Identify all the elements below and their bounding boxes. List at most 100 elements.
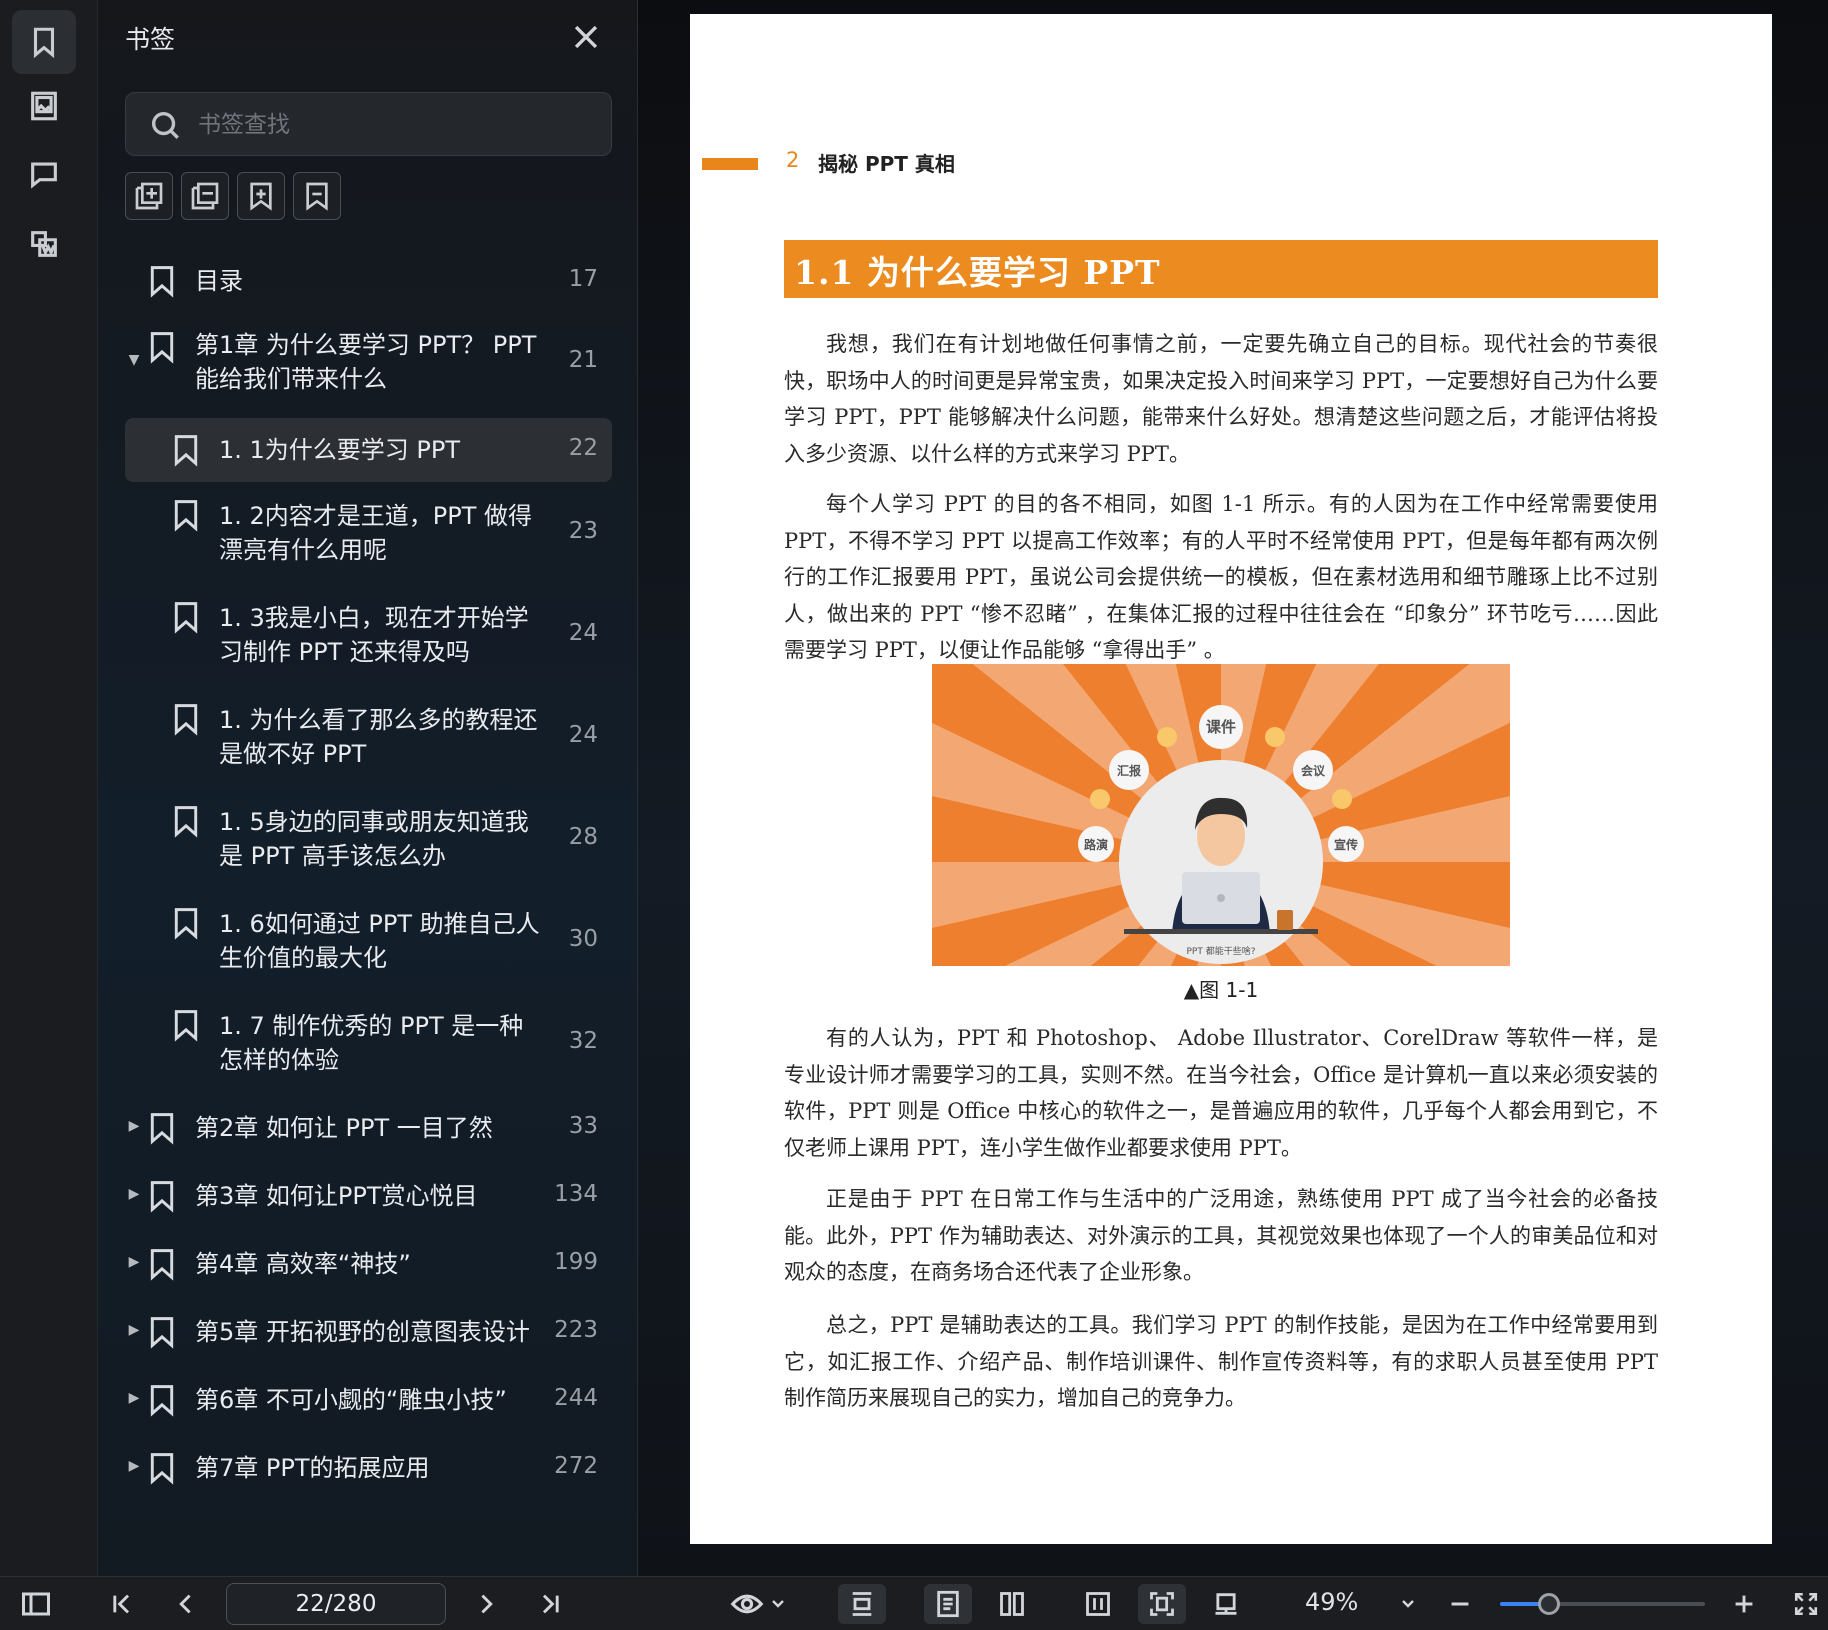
zoom-slider-handle[interactable] (1538, 1593, 1561, 1615)
bookmark-page-number: 24 (568, 722, 598, 748)
view-mode-button[interactable] (726, 1584, 790, 1624)
bookmark-label-line: 第5章 开拓视野的创意图表设计 (195, 1318, 530, 1346)
bookmark-page-number: 134 (554, 1181, 598, 1207)
sidebar-toggle-icon (22, 1592, 50, 1616)
remove-bookmark-button[interactable] (181, 172, 229, 220)
zoom-slider[interactable] (1500, 1593, 1705, 1615)
bookmark-item[interactable]: 1. 5身边的同事或朋友知道我是 PPT 高手该怎么办 28 (125, 788, 612, 890)
bookmark-icon (171, 804, 201, 838)
rotate-page-button[interactable] (1202, 1584, 1250, 1624)
zoom-out-button[interactable] (1442, 1584, 1478, 1624)
figure-bubble-label: 会议 (1301, 763, 1326, 778)
zoom-dropdown-button[interactable] (1394, 1584, 1422, 1624)
bookmark-page-number: 33 (568, 1113, 598, 1139)
bookmark-search-input[interactable] (198, 103, 598, 147)
bookmark-page-number: 244 (554, 1385, 598, 1411)
bookmark-label-line: 能给我们带来什么 (195, 365, 387, 393)
bookmark-label: 第5章 开拓视野的创意图表设计 (195, 1315, 530, 1349)
bookmark-label-line: 习制作 PPT 还来得及吗 (219, 638, 470, 666)
expanded-caret-icon[interactable]: ▼ (127, 352, 141, 368)
bookmark-icon (147, 1247, 177, 1281)
bookmark-label-line: 第7章 PPT的拓展应用 (195, 1454, 430, 1482)
previous-page-button[interactable] (166, 1584, 206, 1624)
bookmark-icon (171, 702, 201, 736)
bookmark-label-line: 第6章 不可小觑的“雕虫小技” (195, 1386, 507, 1414)
insert-bookmark-button[interactable] (237, 172, 285, 220)
fullscreen-button[interactable] (1788, 1584, 1824, 1624)
bookmark-page-number: 223 (554, 1317, 598, 1343)
bookmark-page-number: 30 (568, 926, 598, 952)
single-page-button[interactable] (924, 1584, 972, 1624)
zoom-in-button[interactable] (1726, 1584, 1762, 1624)
search-icon (151, 111, 179, 139)
rotate-icon (1215, 1593, 1237, 1615)
collapsed-caret-icon[interactable]: ▶ (127, 1322, 141, 1338)
bookmark-item[interactable]: 1. 2内容才是王道，PPT 做得 漂亮有什么用呢 23 (125, 482, 612, 584)
collapse-bookmark-button[interactable] (293, 172, 341, 220)
document-viewer[interactable]: 2 揭秘 PPT 真相 1.1 为什么要学习 PPT 我想，我们在有计划地做任何… (638, 0, 1828, 1576)
bookmark-page-number: 17 (568, 266, 598, 292)
bookmark-icon (147, 330, 177, 364)
toggle-sidebar-button[interactable] (16, 1584, 56, 1624)
bookmark-item[interactable]: 1. 为什么看了那么多的教程还 是做不好 PPT 24 (125, 686, 612, 788)
bookmark-icon (147, 1111, 177, 1145)
next-page-button[interactable] (466, 1584, 506, 1624)
double-page-button[interactable] (988, 1584, 1036, 1624)
bookmark-item[interactable]: 1. 7 制作优秀的 PPT 是一种 怎样的体验 32 (125, 992, 612, 1094)
bookmark-item[interactable]: 1. 3我是小白，现在才开始学 习制作 PPT 还来得及吗 24 (125, 584, 612, 686)
bookmark-item[interactable]: ▶ 第3章 如何让PPT赏心悦目 134 (125, 1162, 612, 1230)
add-bookmark-icon (135, 182, 163, 210)
bookmark-item[interactable]: ▼ 第1章 为什么要学习 PPT？ PPT 能给我们带来什么 21 (125, 314, 612, 410)
ocr-icon (31, 231, 57, 257)
bookmark-label-line: 1. 3我是小白，现在才开始学 (219, 604, 529, 632)
thumbnail-panel-button[interactable] (12, 74, 76, 138)
bookmark-item[interactable]: ▶ 第5章 开拓视野的创意图表设计 223 (125, 1298, 612, 1366)
zoom-level[interactable]: 49% (1305, 1588, 1358, 1616)
bookmark-page-number: 23 (568, 518, 598, 544)
last-page-button[interactable] (530, 1584, 570, 1624)
bookmark-item[interactable]: 1. 6如何通过 PPT 助推自己人 生价值的最大化 30 (125, 890, 612, 992)
bookmark-label: 1. 7 制作优秀的 PPT 是一种 怎样的体验 (219, 1009, 523, 1077)
collapsed-caret-icon[interactable]: ▶ (127, 1118, 141, 1134)
book-mode-button[interactable] (1074, 1584, 1122, 1624)
first-page-button[interactable] (102, 1584, 142, 1624)
bookmark-page-number: 24 (568, 620, 598, 646)
bookmark-label: 第6章 不可小觑的“雕虫小技” (195, 1383, 507, 1417)
running-header-title: 揭秘 PPT 真相 (818, 152, 955, 176)
bookmark-label-line: 第2章 如何让 PPT 一目了然 (195, 1114, 493, 1142)
bookmark-item[interactable]: 1. 1为什么要学习 PPT 22 (125, 418, 612, 482)
collapsed-caret-icon[interactable]: ▶ (127, 1186, 141, 1202)
bookmark-item[interactable]: ▶ 第6章 不可小觑的“雕虫小技” 244 (125, 1366, 612, 1434)
sidebar-title: 书签 (125, 25, 176, 54)
bookmark-label: 目录 (195, 264, 243, 298)
bookmark-item[interactable]: ▶ 第4章 高效率“神技” 199 (125, 1230, 612, 1298)
bookmark-label: 1. 1为什么要学习 PPT (219, 433, 460, 467)
figure-bubble-label: 汇报 (1117, 763, 1141, 778)
fit-width-button[interactable] (838, 1584, 886, 1624)
page-number-input[interactable]: 22/280 (226, 1583, 446, 1625)
close-icon (574, 25, 598, 49)
close-sidebar-button[interactable] (569, 20, 603, 54)
bookmark-item[interactable]: ▶ 第2章 如何让 PPT 一目了然 33 (125, 1094, 612, 1162)
collapsed-caret-icon[interactable]: ▶ (127, 1458, 141, 1474)
bookmark-label-line: 是 PPT 高手该怎么办 (219, 842, 446, 870)
eye-icon (730, 1594, 764, 1614)
bookmark-item[interactable]: 目录 17 (125, 248, 612, 314)
bookmark-label: 第3章 如何让PPT赏心悦目 (195, 1179, 478, 1213)
bottom-toolbar: 22/280 49% (0, 1576, 1828, 1630)
collapsed-caret-icon[interactable]: ▶ (127, 1390, 141, 1406)
running-header-bar (702, 158, 758, 170)
ocr-panel-button[interactable] (12, 212, 76, 276)
desk-caption: PPT 都能干些啥? (1187, 945, 1256, 957)
bookmark-label: 第4章 高效率“神技” (195, 1247, 411, 1281)
collapse-bookmark-icon (306, 182, 328, 211)
bookmark-label: 1. 6如何通过 PPT 助推自己人 生价值的最大化 (219, 907, 540, 975)
bookmark-label: 1. 2内容才是王道，PPT 做得 漂亮有什么用呢 (219, 499, 532, 567)
comment-panel-button[interactable] (12, 142, 76, 206)
section-heading: 1.1 为什么要学习 PPT (784, 240, 1658, 298)
collapsed-caret-icon[interactable]: ▶ (127, 1254, 141, 1270)
bookmark-panel-button[interactable] (12, 10, 76, 74)
bookmark-item[interactable]: ▶ 第7章 PPT的拓展应用 272 (125, 1434, 612, 1502)
add-bookmark-button[interactable] (125, 172, 173, 220)
fit-page-button[interactable] (1138, 1584, 1186, 1624)
